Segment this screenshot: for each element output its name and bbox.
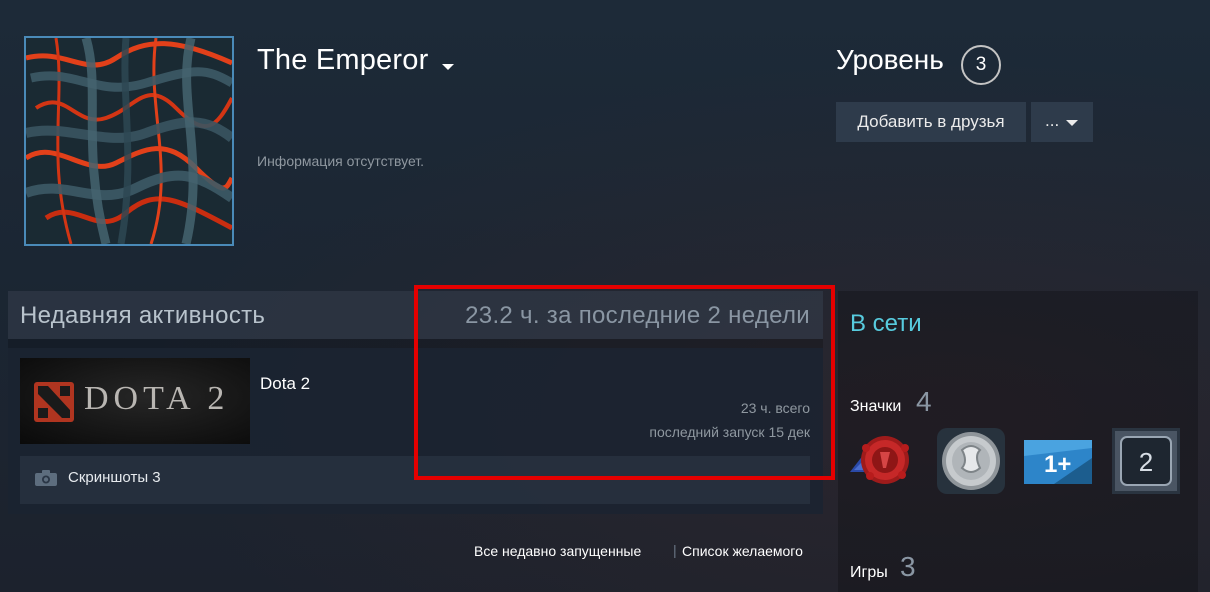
lava-avatar-image <box>26 38 232 244</box>
game-name-link[interactable]: Dota 2 <box>260 374 310 394</box>
level-label: Уровень <box>836 44 944 75</box>
persona-name[interactable]: The Emperor <box>257 44 428 77</box>
badges-count[interactable]: 4 <box>916 386 932 418</box>
more-actions-button[interactable]: ... <box>1031 102 1093 142</box>
one-plus-badge-text: 1+ <box>1044 451 1071 478</box>
profile-avatar[interactable] <box>24 36 234 246</box>
wishlist-link[interactable]: Список желаемого <box>682 543 803 559</box>
highlight-box <box>414 285 835 480</box>
dota2-capsule-text: DOTA 2 <box>84 380 230 417</box>
level-two-badge-number: 2 <box>1139 447 1153 477</box>
online-status: В сети <box>850 310 922 337</box>
persona-dropdown-caret-icon[interactable] <box>442 64 454 70</box>
one-plus-badge-icon[interactable]: 1+ <box>1024 428 1092 494</box>
recent-activity-title: Недавняя активность <box>20 302 266 329</box>
chevron-down-icon <box>1066 120 1078 126</box>
profile-summary: Информация отсутствует. <box>257 153 425 169</box>
camera-icon <box>35 470 57 486</box>
games-count[interactable]: 3 <box>900 551 916 583</box>
dota2-capsule-image[interactable]: DOTA 2 <box>20 358 250 444</box>
steam-years-badge-icon[interactable] <box>850 428 918 494</box>
link-separator: | <box>673 542 677 558</box>
all-recent-games-link[interactable]: Все недавно запущенные <box>474 543 641 559</box>
level-badge[interactable]: 3 <box>961 45 1001 85</box>
screenshots-label[interactable]: Скриншоты 3 <box>68 469 161 486</box>
badges-label[interactable]: Значки <box>850 398 901 416</box>
coin-badge-icon[interactable] <box>937 428 1005 494</box>
add-friend-button[interactable]: Добавить в друзья <box>836 102 1026 142</box>
games-label[interactable]: Игры <box>850 564 888 582</box>
more-actions-label: ... <box>1045 111 1060 130</box>
level-two-badge-icon[interactable]: 2 <box>1112 428 1180 494</box>
dota-logo-icon <box>34 382 74 422</box>
